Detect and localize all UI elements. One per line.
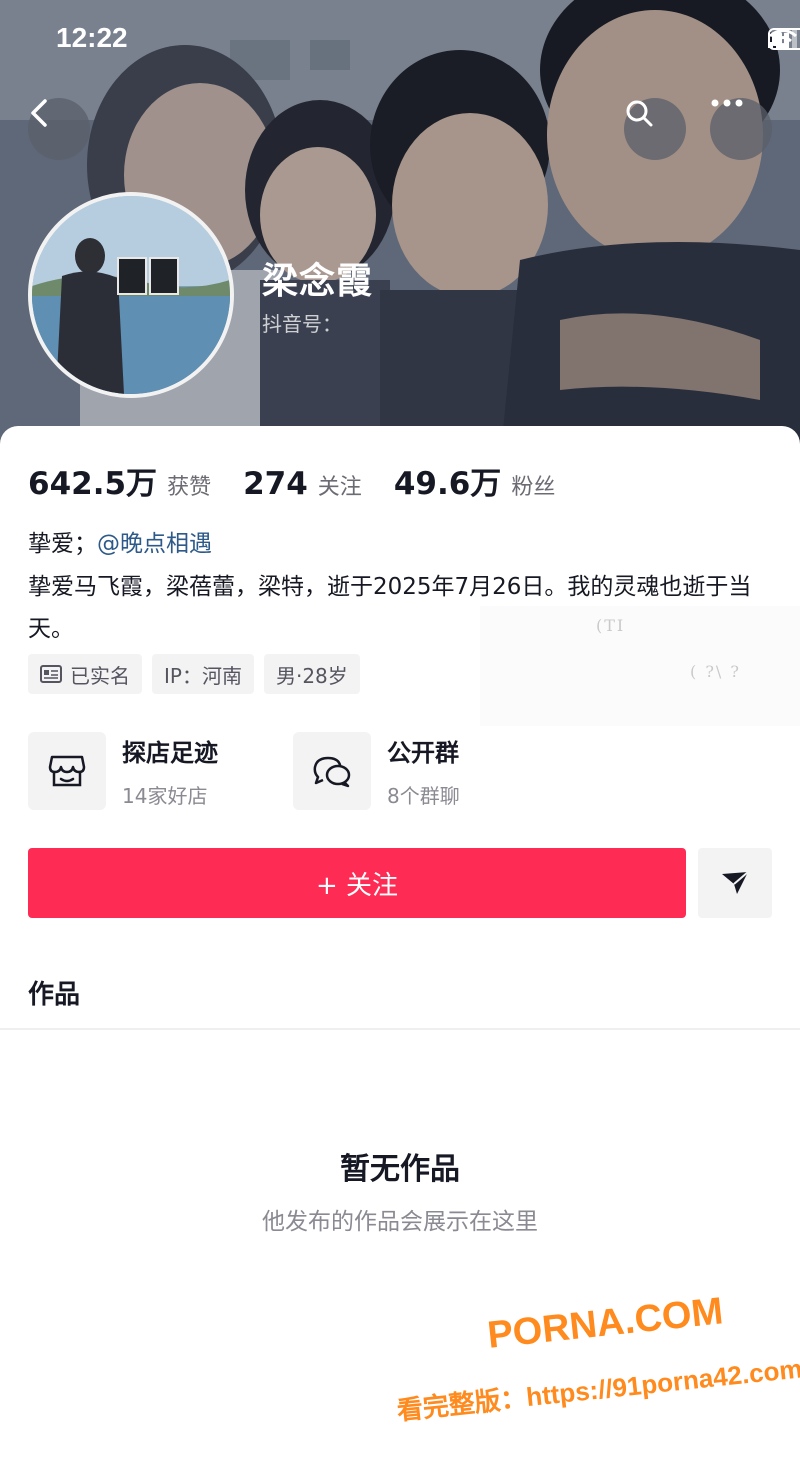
bio-mention-link[interactable]: @晚点相遇 <box>97 531 212 557</box>
chevron-left-icon <box>31 99 47 127</box>
back-button[interactable] <box>28 98 90 160</box>
card-store-text: 探店足迹 14家好店 <box>122 733 218 809</box>
stat-likes-value: 642.5万 <box>28 466 158 502</box>
tag-gender-age-label: 男·28岁 <box>275 663 348 688</box>
card-groups-icon-box <box>293 732 371 810</box>
more-horizontal-icon <box>711 99 743 107</box>
share-button[interactable] <box>698 848 772 918</box>
stat-followers[interactable]: 49.6万 粉丝 <box>394 458 556 503</box>
more-button[interactable] <box>710 98 772 160</box>
store-icon <box>48 755 86 787</box>
card-public-groups[interactable]: 公开群 8个群聊 <box>293 732 558 810</box>
search-button[interactable] <box>624 98 686 160</box>
tag-ip: IP：河南 <box>152 654 254 694</box>
status-bar-time: 12:22 <box>56 22 128 53</box>
search-icon <box>626 100 653 127</box>
battery-icon <box>768 28 800 50</box>
bio-prefix: 挚爱； <box>28 531 97 557</box>
card-store-sub: 14家好店 <box>122 784 208 808</box>
stat-following[interactable]: 274 关注 <box>243 466 362 502</box>
profile-page: 12:22 梁念霞 抖音号： 642.5万 获赞 274 关注 49.6万 粉丝… <box>0 0 800 1468</box>
avatar[interactable] <box>28 192 234 398</box>
stat-followers-label: 粉丝 <box>511 475 556 500</box>
follow-button[interactable]: + 关注 <box>28 848 686 918</box>
stat-likes-label: 获赞 <box>167 475 212 500</box>
profile-tags: 已实名 IP：河南 男·28岁 <box>28 654 360 694</box>
card-store-title: 探店足迹 <box>122 739 218 767</box>
card-groups-text: 公开群 8个群聊 <box>387 733 460 809</box>
card-store-visits[interactable]: 探店足迹 14家好店 <box>28 732 293 810</box>
bio-first-line: 挚爱；@晚点相遇 <box>28 524 212 558</box>
profile-name: 梁念霞 <box>262 261 374 302</box>
blurred-region: (TI ( ?\ ? <box>480 606 800 726</box>
empty-state-subtitle: 他发布的作品会展示在这里 <box>262 1209 538 1235</box>
empty-state-title: 暂无作品 <box>340 1152 460 1187</box>
blurred-text-2: ( ?\ ? <box>690 662 741 681</box>
avatar-illustration <box>32 196 230 394</box>
tab-divider <box>0 1028 800 1030</box>
cover-photo: 12:22 梁念霞 抖音号： <box>0 0 800 460</box>
stat-following-value: 274 <box>243 466 308 502</box>
stat-likes[interactable]: 642.5万 获赞 <box>28 458 211 503</box>
watermark-url: 看完整版：https://91porna42.com <box>395 1353 800 1426</box>
feature-cards: 探店足迹 14家好店 公开群 8个群聊 <box>28 732 558 810</box>
blurred-text-1: (TI <box>596 616 626 635</box>
stat-following-label: 关注 <box>317 475 362 500</box>
tag-verified: 已实名 <box>28 654 142 694</box>
tab-works[interactable]: 作品 <box>28 974 80 1011</box>
tag-gender-age: 男·28岁 <box>263 654 360 694</box>
tag-ip-label: IP：河南 <box>164 663 242 688</box>
tag-verified-label: 已实名 <box>70 663 130 688</box>
chat-bubbles-icon <box>313 756 351 788</box>
douyin-id-label: 抖音号： <box>262 312 342 336</box>
card-groups-sub: 8个群聊 <box>387 784 460 808</box>
watermark-brand: PORNA.COM <box>485 1290 726 1357</box>
card-store-icon-box <box>28 732 106 810</box>
stats-row: 642.5万 获赞 274 关注 49.6万 粉丝 <box>28 458 555 503</box>
send-icon <box>722 871 749 894</box>
id-card-icon <box>40 665 62 683</box>
card-groups-title: 公开群 <box>387 739 459 767</box>
stat-followers-value: 49.6万 <box>393 466 502 502</box>
